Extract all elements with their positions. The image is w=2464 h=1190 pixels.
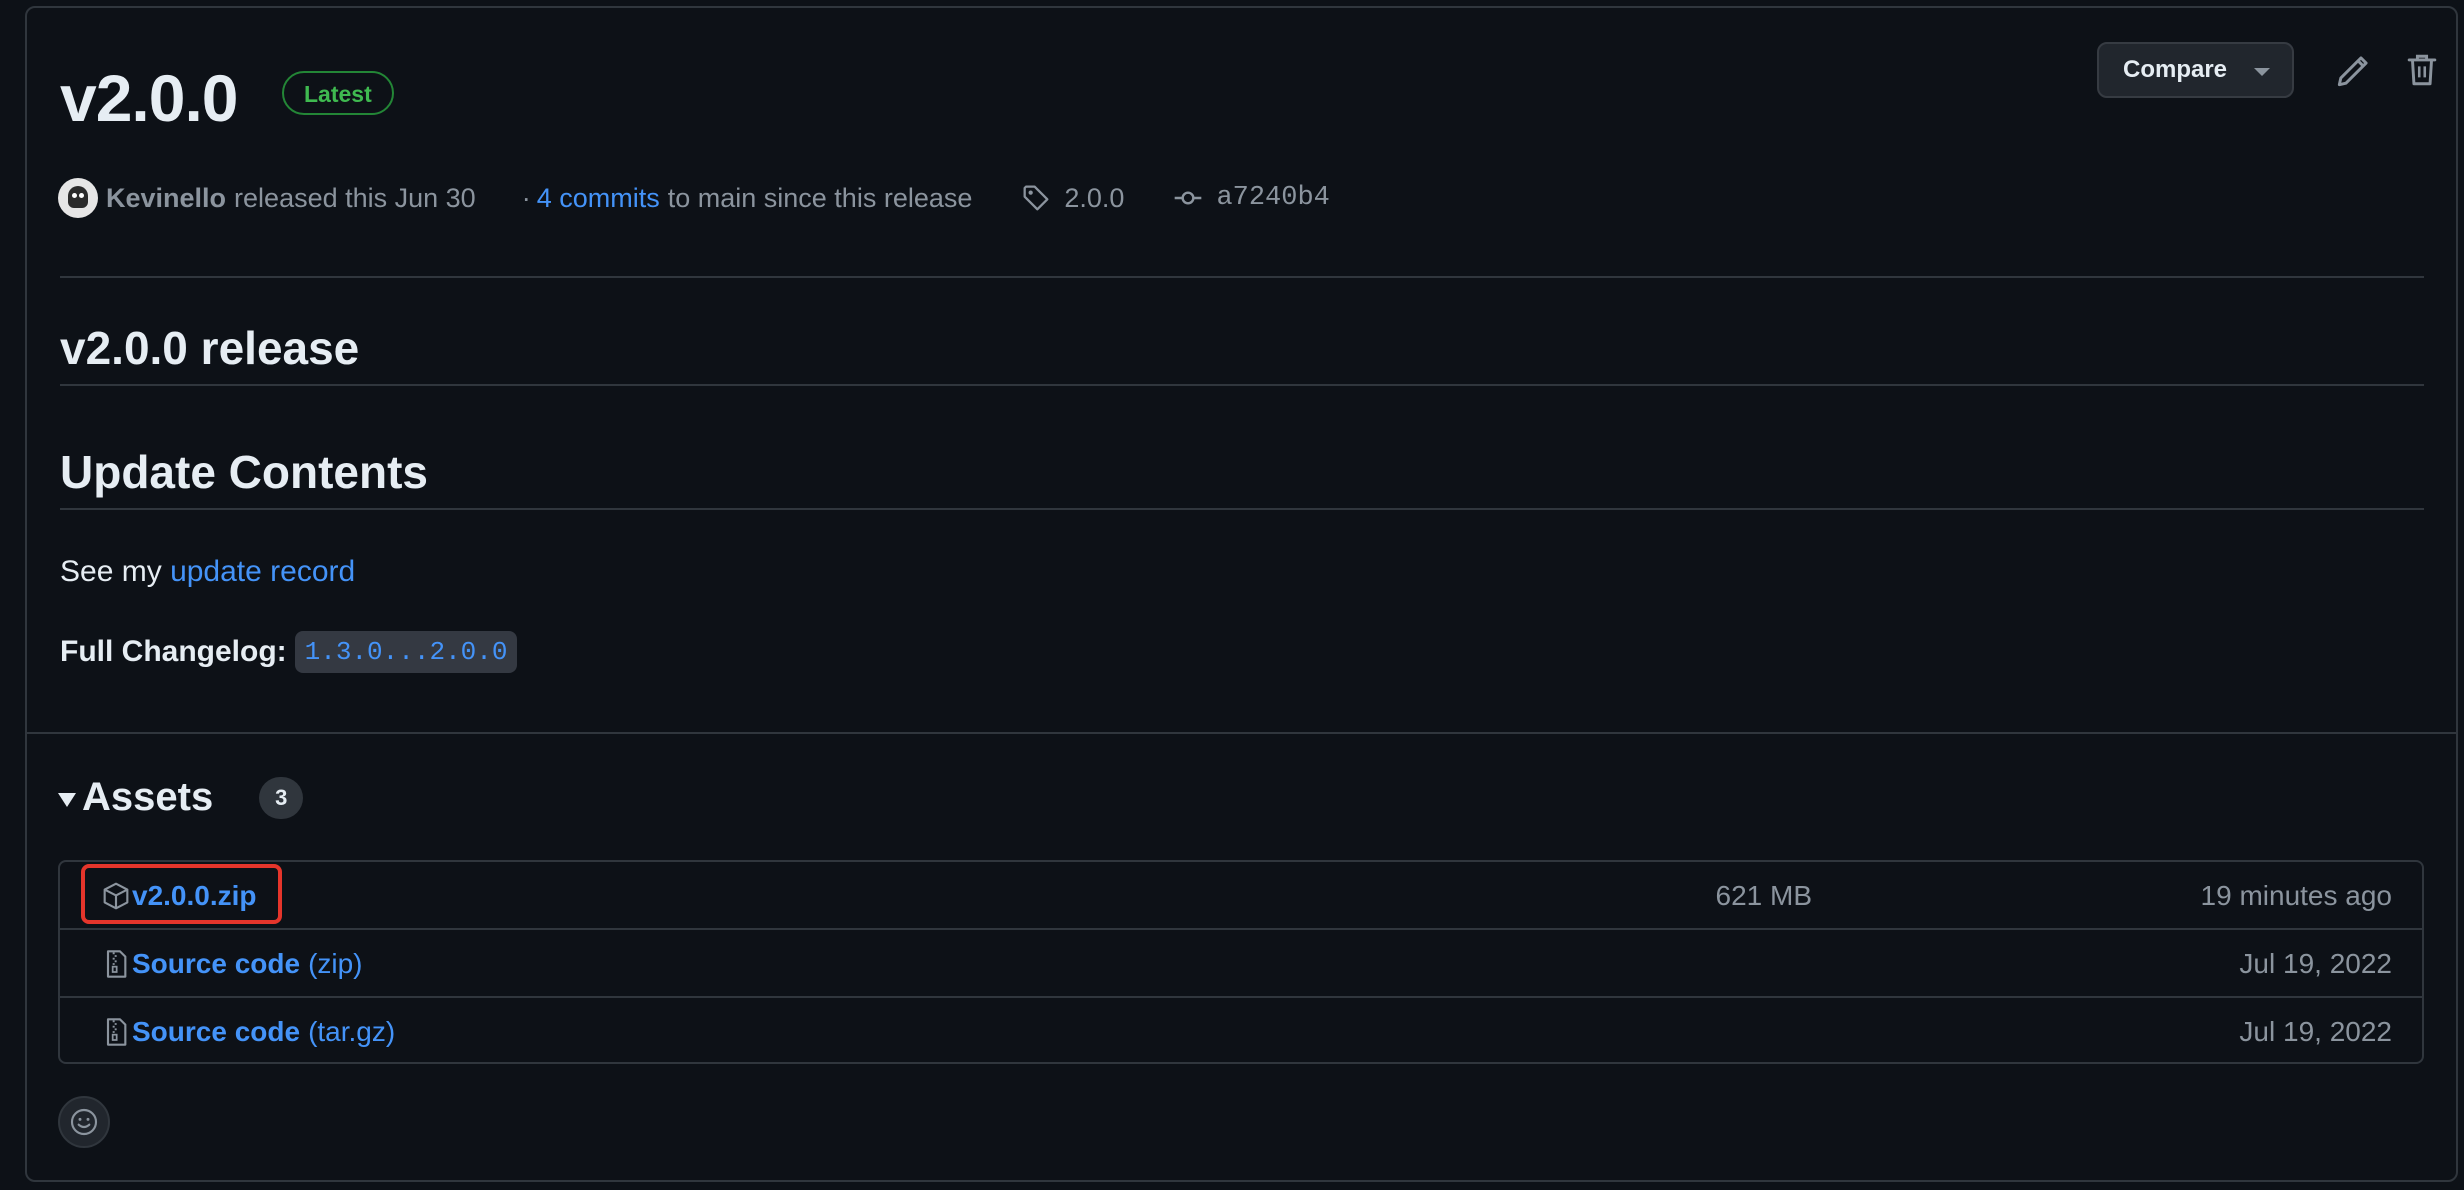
commit-link[interactable]: a7240b4 [1216, 183, 1329, 213]
pencil-icon[interactable] [2332, 48, 2376, 92]
update-contents-heading: Update Contents [60, 446, 428, 498]
compare-button[interactable]: Compare [2097, 42, 2294, 98]
commit-icon [1175, 191, 1202, 205]
triangle-down-icon [58, 792, 76, 807]
released-text: released this Jun 30 [234, 182, 476, 213]
asset-date: 19 minutes ago [2200, 880, 2392, 911]
asset-size: 621 MB [1715, 880, 1813, 911]
update-record-link[interactable]: update record [170, 555, 355, 588]
asset-date: Jul 19, 2022 [2239, 1016, 2392, 1047]
changelog-link[interactable]: 1.3.0...2.0.0 [294, 631, 518, 673]
assets-title: Assets [82, 775, 214, 819]
assets-count-badge: 3 [259, 776, 304, 819]
see-record-paragraph: See my update record [60, 552, 355, 592]
asset-row: Source code (tar.gz) Jul 19, 2022 [60, 998, 2422, 1065]
asset-row: v2.0.0.zip 621 MB 19 minutes ago [60, 862, 2422, 929]
add-reaction-button[interactable] [58, 1096, 110, 1148]
asset-row: Source code (zip) Jul 19, 2022 [60, 930, 2422, 997]
heading-divider-2 [60, 508, 2424, 510]
asset-link-source-zip[interactable]: Source code (zip) [100, 930, 363, 997]
asset-link-zip[interactable]: v2.0.0.zip [100, 862, 257, 929]
asset-suffix: (tar.gz) [308, 1015, 396, 1047]
assets-divider [27, 732, 2456, 734]
commits-suffix: to main since this release [667, 182, 973, 213]
changelog-paragraph: Full Changelog: 1.3.0...2.0.0 [60, 630, 518, 674]
asset-suffix: (zip) [308, 947, 363, 979]
header-divider [60, 276, 2424, 278]
trash-icon[interactable] [2400, 48, 2444, 92]
release-heading: v2.0.0 release [60, 322, 360, 374]
package-icon [103, 882, 129, 909]
see-record-prefix: See my [60, 555, 162, 588]
author-link[interactable]: Kevinello [106, 183, 226, 214]
heading-divider [60, 384, 2424, 386]
release-title: v2.0.0 [60, 61, 238, 135]
asset-date: Jul 19, 2022 [2239, 948, 2392, 979]
commits-link[interactable]: 4 commits [537, 183, 660, 214]
asset-link-source-targz[interactable]: Source code (tar.gz) [100, 998, 395, 1065]
tag-link[interactable]: 2.0.0 [1064, 183, 1124, 214]
asset-name: Source code [132, 947, 301, 979]
caret-down-icon [2254, 68, 2270, 76]
file-zip-icon [106, 1017, 127, 1046]
commits-separator: · [521, 182, 531, 213]
release-meta: Kevinello released this Jun 30 · 4 commi… [58, 172, 1330, 224]
compare-button-label: Compare [2123, 56, 2228, 83]
latest-badge: Latest [282, 71, 394, 115]
asset-name: Source code [132, 1015, 301, 1047]
changelog-label: Full Changelog: [60, 635, 287, 668]
file-zip-icon [106, 949, 127, 978]
assets-list: v2.0.0.zip 621 MB 19 minutes ago Source … [58, 860, 2424, 1064]
tag-icon [1023, 185, 1049, 211]
asset-name: v2.0.0.zip [132, 879, 257, 911]
smiley-icon [70, 1108, 98, 1136]
assets-summary[interactable]: Assets 3 [58, 775, 304, 820]
avatar[interactable] [58, 178, 98, 218]
